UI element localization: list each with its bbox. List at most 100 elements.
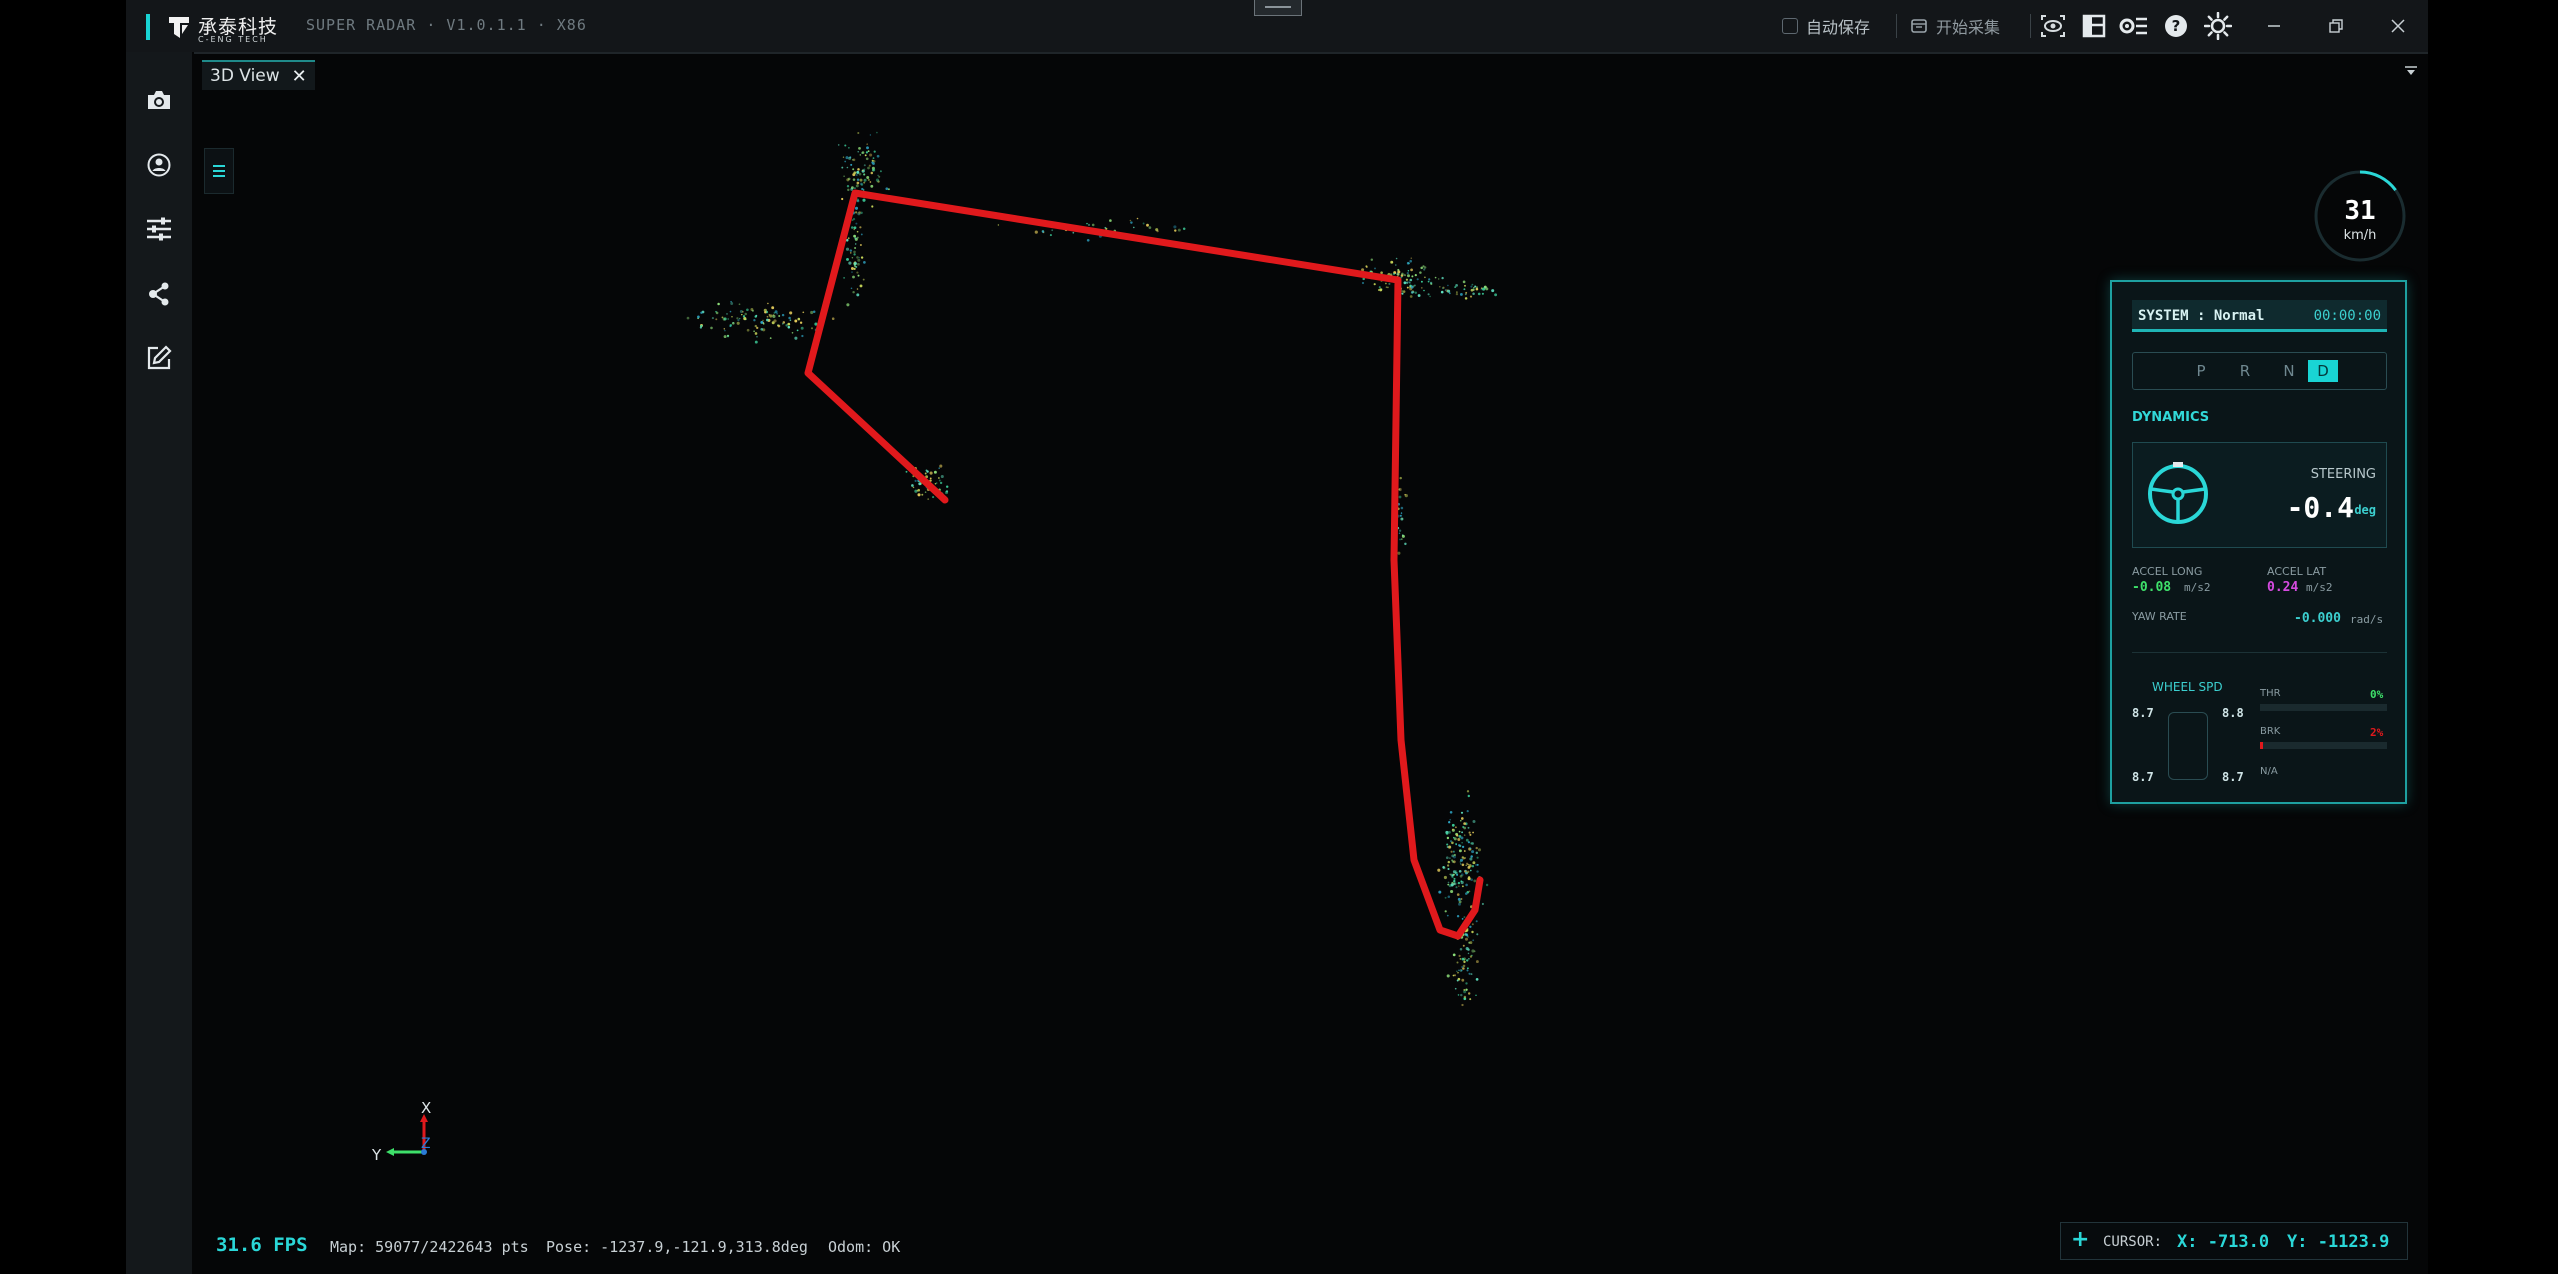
point-cloud-point — [1448, 292, 1451, 295]
sidebar-adjust-button[interactable] — [144, 214, 174, 244]
point-cloud-point — [859, 182, 863, 186]
point-cloud-point — [859, 154, 862, 156]
tab-3d-view[interactable]: 3D View ✕ — [202, 60, 315, 90]
axis-gizmo: X Y Z — [371, 1099, 431, 1164]
eye-scan-icon — [2041, 15, 2065, 37]
speed-unit: km/h — [2343, 228, 2377, 243]
point-cloud-point — [845, 247, 850, 251]
point-cloud-point — [1472, 831, 1474, 834]
point-cloud-point — [1463, 288, 1466, 291]
point-cloud-point — [938, 477, 940, 479]
tab-close-icon[interactable]: ✕ — [292, 66, 307, 87]
minimize-button[interactable] — [2266, 0, 2282, 52]
point-cloud-point — [1086, 238, 1090, 242]
axis-y-label: Y — [371, 1146, 382, 1164]
point-cloud-point — [736, 321, 740, 325]
theme-toggle-button[interactable] — [2204, 0, 2232, 52]
point-cloud-point — [1469, 857, 1473, 861]
point-cloud-point — [769, 337, 772, 339]
point-cloud-point — [858, 211, 861, 214]
autosave-toggle[interactable]: 自动保存 — [1782, 0, 1870, 52]
point-cloud-point — [1459, 947, 1463, 951]
point-cloud-point — [1463, 850, 1466, 852]
point-cloud-point — [1449, 840, 1453, 843]
point-cloud-point — [1410, 257, 1413, 259]
point-cloud-point — [755, 314, 758, 317]
view-eye-button[interactable] — [2040, 0, 2066, 52]
point-cloud-point — [1400, 512, 1403, 514]
point-cloud-point — [866, 176, 870, 179]
point-cloud-point — [1459, 819, 1462, 822]
close-window-button[interactable] — [2390, 0, 2406, 52]
sidebar-user-button[interactable] — [144, 150, 174, 180]
sidebar-edit-button[interactable] — [144, 343, 174, 373]
point-cloud-point — [1476, 863, 1479, 866]
throttle-label: THR — [2260, 688, 2281, 699]
app-title: SUPER RADAR · V1.0.1.1 · X86 — [306, 16, 587, 34]
sidebar-share-button[interactable] — [144, 279, 174, 309]
point-cloud-point — [1465, 883, 1468, 887]
point-cloud-point — [753, 330, 755, 333]
point-cloud-point — [1467, 967, 1469, 970]
brake-percent: 2% — [2370, 726, 2384, 739]
autosave-checkbox[interactable] — [1782, 18, 1798, 34]
3d-viewport[interactable] — [194, 90, 2428, 1274]
point-cloud-point — [1463, 995, 1467, 999]
point-cloud-point — [1410, 290, 1414, 294]
point-cloud-point — [938, 479, 941, 482]
point-cloud-point — [846, 303, 850, 307]
point-cloud-point — [1398, 495, 1402, 499]
point-cloud-point — [1072, 231, 1075, 234]
point-cloud-point — [1472, 819, 1476, 824]
point-cloud-point — [879, 170, 882, 173]
point-cloud-point — [853, 234, 857, 238]
point-cloud-point — [1461, 842, 1463, 844]
point-cloud-point — [847, 237, 850, 240]
point-cloud-point — [1455, 843, 1457, 845]
point-cloud-point — [1457, 897, 1461, 901]
point-cloud-point — [1457, 838, 1461, 841]
point-cloud-point — [1468, 890, 1471, 893]
point-cloud-point — [711, 317, 714, 320]
drag-handle[interactable] — [1254, 0, 1302, 16]
point-cloud-point — [878, 175, 881, 178]
point-cloud-point — [866, 143, 868, 145]
sidebar-camera-button[interactable] — [144, 85, 174, 115]
point-cloud-point — [1475, 994, 1477, 997]
point-cloud-point — [935, 482, 938, 484]
point-cloud-point — [1429, 295, 1431, 298]
help-button[interactable]: ? — [2164, 0, 2188, 52]
point-cloud-point — [863, 164, 866, 167]
point-cloud-point — [800, 326, 804, 330]
point-cloud-point — [1446, 843, 1449, 846]
start-collect-button[interactable]: 开始采集 — [1910, 0, 2000, 52]
point-cloud-point — [1407, 269, 1410, 272]
point-cloud-point — [876, 131, 878, 134]
point-cloud-point — [1399, 476, 1402, 480]
camera-icon — [148, 91, 170, 109]
tab-menu-icon[interactable] — [2404, 64, 2418, 78]
record-icon — [1911, 19, 1927, 33]
point-cloud-point — [863, 173, 865, 176]
point-cloud-point — [1446, 914, 1449, 917]
point-cloud-point — [1447, 289, 1451, 293]
point-cloud-point — [1460, 969, 1463, 972]
restore-button[interactable] — [2328, 0, 2344, 52]
point-cloud-point — [1441, 276, 1444, 280]
point-cloud-point — [1461, 863, 1465, 867]
point-cloud-point — [1042, 231, 1045, 234]
point-cloud-point — [729, 310, 732, 313]
point-cloud-point — [854, 265, 857, 268]
sliders-icon — [147, 217, 171, 241]
point-cloud-point — [1460, 811, 1464, 814]
speed-value: 31 — [2344, 196, 2376, 226]
point-cloud-point — [1155, 228, 1159, 232]
point-cloud-point — [858, 172, 862, 176]
gear-selector: P R N D — [2132, 352, 2387, 390]
layout-button[interactable] — [2082, 0, 2106, 52]
view-menu-button[interactable] — [204, 148, 234, 194]
point-cloud-point — [686, 316, 690, 320]
settings-list-button[interactable] — [2118, 0, 2148, 52]
point-cloud-point — [1411, 275, 1414, 278]
point-cloud-point — [746, 308, 749, 312]
